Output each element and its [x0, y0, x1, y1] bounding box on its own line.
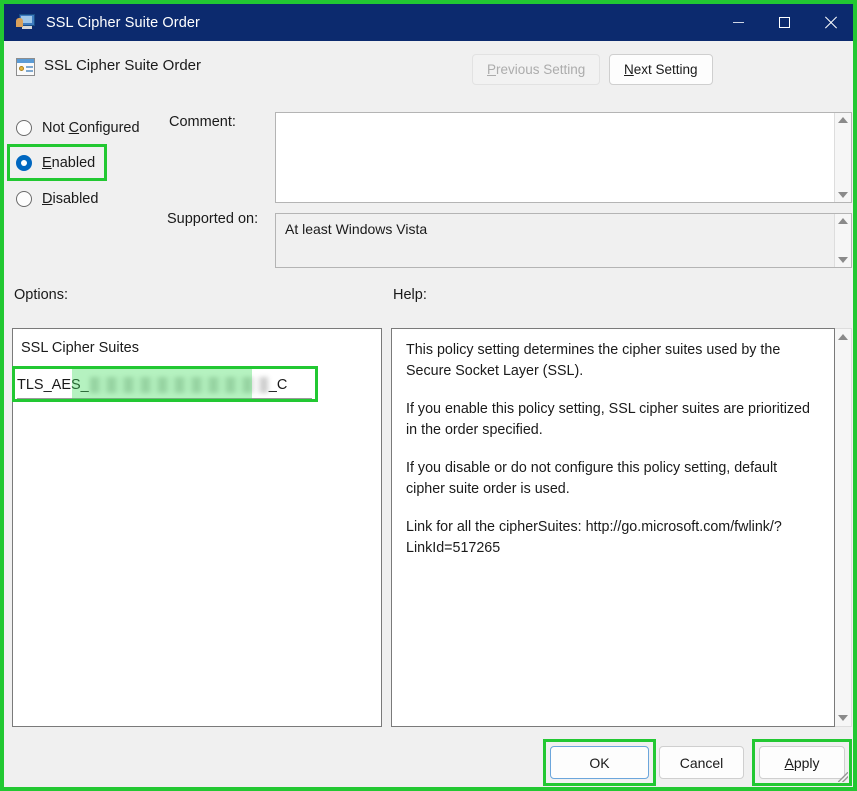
window-controls — [715, 4, 853, 41]
comment-input[interactable] — [275, 112, 852, 203]
help-paragraph: This policy setting determines the ciphe… — [406, 342, 781, 379]
radio-label-enabled: Enabled — [42, 155, 96, 171]
comment-value — [276, 113, 834, 202]
close-icon[interactable] — [807, 4, 853, 41]
policy-setting-icon — [16, 58, 35, 76]
help-paragraph: Link for all the cipherSuites: http://go… — [406, 519, 782, 556]
help-label: Help: — [393, 287, 427, 303]
ssl-cipher-suites-input[interactable]: TLS_AES_ _C — [17, 371, 312, 399]
scroll-up-icon[interactable] — [838, 117, 848, 123]
help-scrollbar[interactable] — [835, 328, 852, 727]
previous-setting-button[interactable]: Previous Setting — [472, 54, 601, 85]
radio-label-not-configured: Not Configured — [42, 120, 140, 136]
scroll-down-icon[interactable] — [838, 715, 848, 721]
cipher-value-prefix: TLS_AES_ — [17, 376, 89, 393]
radio-mark-disabled — [16, 191, 32, 207]
policy-setting-dialog: SSL Cipher Suite Order SSL Cipher Suite … — [0, 0, 857, 791]
help-paragraph: If you disable or do not configure this … — [406, 460, 778, 497]
title-bar: SSL Cipher Suite Order — [4, 4, 853, 41]
next-setting-button[interactable]: Next Setting — [609, 54, 713, 85]
radio-label-disabled: Disabled — [42, 191, 99, 207]
supported-on-scrollbar[interactable] — [834, 214, 851, 267]
redacted-cipher-text — [89, 376, 268, 393]
comment-scrollbar[interactable] — [834, 113, 851, 202]
comment-label: Comment: — [169, 114, 236, 130]
radio-enabled[interactable]: Enabled — [16, 152, 95, 174]
scroll-down-icon[interactable] — [838, 257, 848, 263]
minimize-icon[interactable] — [715, 4, 761, 41]
ssl-cipher-suites-label: SSL Cipher Suites — [21, 340, 139, 356]
resize-grip[interactable] — [838, 772, 848, 782]
scroll-up-icon[interactable] — [838, 334, 848, 340]
scroll-up-icon[interactable] — [838, 218, 848, 224]
options-label: Options: — [14, 287, 68, 303]
radio-disabled[interactable]: Disabled — [16, 188, 98, 210]
setting-header: SSL Cipher Suite Order Previous Setting … — [4, 41, 853, 96]
maximize-icon[interactable] — [761, 4, 807, 41]
page-title: SSL Cipher Suite Order — [44, 57, 202, 74]
radio-not-configured[interactable]: Not Configured — [16, 117, 140, 139]
scroll-down-icon[interactable] — [838, 192, 848, 198]
apply-button[interactable]: Apply — [759, 746, 845, 779]
supported-on-value: At least Windows Vista — [285, 221, 428, 237]
radio-mark-enabled — [16, 155, 32, 171]
ok-button[interactable]: OK — [550, 746, 649, 779]
cancel-button[interactable]: Cancel — [659, 746, 744, 779]
help-paragraph: If you enable this policy setting, SSL c… — [406, 401, 810, 438]
help-panel: This policy setting determines the ciphe… — [391, 328, 835, 727]
radio-mark-not-configured — [16, 120, 32, 136]
supported-on-label: Supported on: — [167, 211, 259, 227]
cipher-value-suffix: _C — [268, 376, 288, 393]
options-panel: SSL Cipher Suites TLS_AES_ _C — [12, 328, 382, 727]
window-title: SSL Cipher Suite Order — [46, 14, 200, 31]
supported-on-box: At least Windows Vista — [275, 213, 852, 268]
policy-computer-icon — [16, 14, 36, 31]
